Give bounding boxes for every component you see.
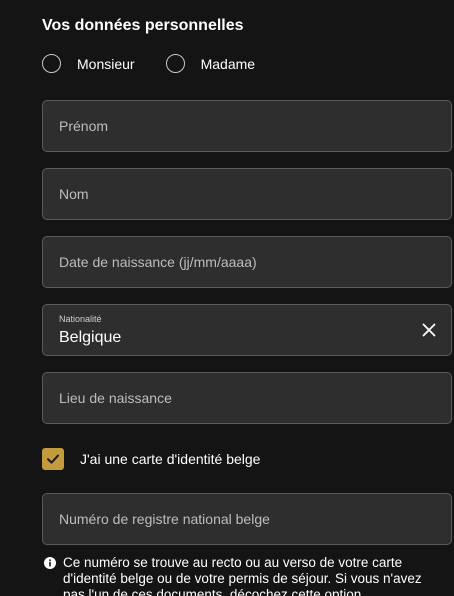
belgian-id-checkbox[interactable]: J'ai une carte d'identité belge: [42, 448, 260, 470]
personal-data-form: Vos données personnelles Monsieur Madame…: [0, 0, 454, 596]
civility-radio-group: Monsieur Madame: [42, 54, 255, 73]
nationality-field[interactable]: Nationalité Belgique: [42, 304, 452, 356]
national-register-field[interactable]: Numéro de registre national belge: [42, 493, 452, 545]
nationality-label: Nationalité: [59, 314, 102, 324]
radio-label-monsieur: Monsieur: [77, 55, 135, 72]
info-note: Ce numéro se trouve au recto ou au verso…: [44, 555, 444, 596]
check-icon: [47, 454, 59, 464]
close-icon[interactable]: [421, 322, 437, 338]
radio-madame[interactable]: Madame: [165, 54, 256, 73]
first-name-placeholder: Prénom: [59, 118, 109, 134]
birth-place-placeholder: Lieu de naissance: [59, 390, 172, 406]
radio-monsieur[interactable]: Monsieur: [42, 54, 135, 73]
birth-date-field[interactable]: Date de naissance (jj/mm/aaaa): [42, 236, 452, 288]
birth-place-field[interactable]: Lieu de naissance: [42, 372, 452, 424]
section-title: Vos données personnelles: [42, 17, 244, 34]
national-register-placeholder: Numéro de registre national belge: [59, 511, 270, 527]
info-icon: [44, 557, 56, 569]
birth-date-placeholder: Date de naissance (jj/mm/aaaa): [59, 254, 257, 270]
last-name-field[interactable]: Nom: [42, 168, 452, 220]
info-text: Ce numéro se trouve au recto ou au verso…: [63, 555, 422, 596]
belgian-id-checkbox-label: J'ai une carte d'identité belge: [80, 451, 261, 467]
nationality-value: Belgique: [59, 329, 122, 346]
first-name-field[interactable]: Prénom: [42, 100, 452, 152]
last-name-placeholder: Nom: [59, 186, 89, 202]
belgian-id-checkbox-box[interactable]: [42, 448, 64, 470]
clear-nationality-button[interactable]: [421, 322, 437, 338]
radio-circle-madame[interactable]: [165, 54, 185, 73]
radio-label-madame: Madame: [200, 55, 256, 72]
radio-circle-monsieur[interactable]: [42, 54, 61, 73]
